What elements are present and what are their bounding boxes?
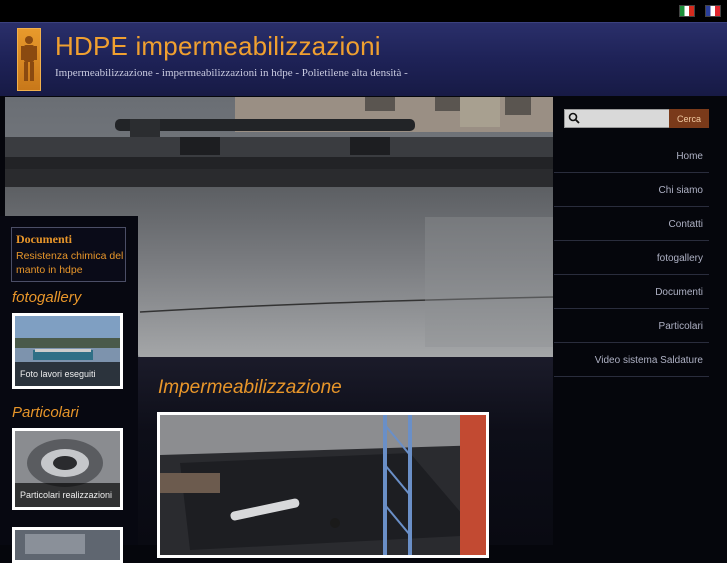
fotogallery-caption: Foto lavori eseguiti bbox=[15, 362, 120, 386]
main-content: Impermeabilizzazione bbox=[138, 357, 553, 558]
particolari-caption: Particolari realizzazioni bbox=[15, 483, 120, 507]
nav-item-fotogallery[interactable]: fotogallery bbox=[554, 242, 709, 275]
nav-item-video[interactable]: Video sistema Saldature bbox=[554, 344, 709, 377]
right-sidebar: Cerca Home Chi siamo Contatti fotogaller… bbox=[554, 97, 727, 545]
particolari-thumbnail[interactable]: Particolari realizzazioni bbox=[12, 428, 123, 510]
flag-fr-icon[interactable] bbox=[705, 5, 721, 17]
left-sidebar: Documenti Resistenza chimica del manto i… bbox=[0, 216, 138, 563]
site-subtitle: Impermeabilizzazione - impermeabilizzazi… bbox=[55, 67, 408, 79]
nav-item-contatti[interactable]: Contatti bbox=[554, 208, 709, 241]
documents-title: Documenti bbox=[16, 232, 72, 246]
logo[interactable] bbox=[17, 28, 41, 91]
documents-box: Documenti Resistenza chimica del manto i… bbox=[11, 227, 126, 282]
nav-item-chi-siamo[interactable]: Chi siamo bbox=[554, 174, 709, 207]
site-title[interactable]: HDPE impermeabilizzazioni bbox=[55, 31, 381, 62]
worker-figure-icon bbox=[21, 36, 37, 81]
documents-link[interactable]: Resistenza chimica del manto in hdpe bbox=[16, 249, 124, 277]
search-input[interactable] bbox=[583, 110, 667, 127]
search-button[interactable]: Cerca bbox=[669, 109, 709, 128]
nav-item-documenti[interactable]: Documenti bbox=[554, 276, 709, 309]
fotogallery-heading: fotogallery bbox=[12, 289, 82, 306]
search-box bbox=[564, 109, 670, 128]
nav-item-home[interactable]: Home bbox=[554, 140, 709, 173]
particolari-heading: Particolari bbox=[12, 404, 79, 421]
search-icon bbox=[568, 112, 580, 124]
fotogallery-thumbnail[interactable]: Foto lavori eseguiti bbox=[12, 313, 123, 389]
site-header: HDPE impermeabilizzazioni Impermeabilizz… bbox=[0, 22, 727, 96]
page-title: Impermeabilizzazione bbox=[158, 377, 342, 398]
flag-it-icon[interactable] bbox=[679, 5, 695, 17]
main-nav: Home Chi siamo Contatti fotogallery Docu… bbox=[554, 140, 709, 377]
third-photo bbox=[15, 530, 120, 560]
main-photo bbox=[157, 412, 489, 558]
nav-item-particolari[interactable]: Particolari bbox=[554, 310, 709, 343]
third-thumbnail[interactable] bbox=[12, 527, 123, 563]
language-bar bbox=[0, 0, 727, 22]
